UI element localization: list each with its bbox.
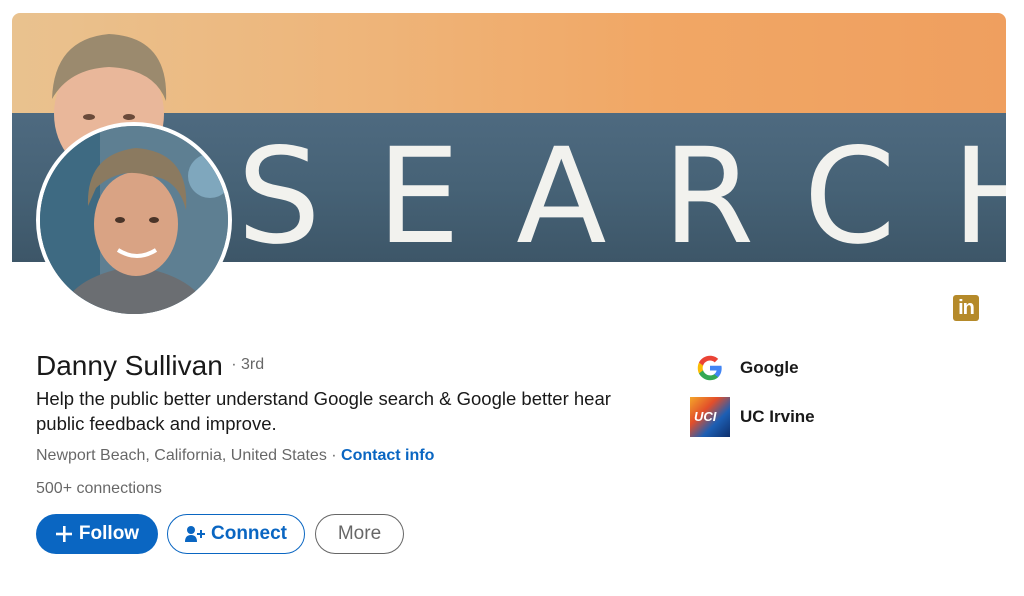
profile-card: SEARCH in Danny Sullivan · 3rd Help the … (0, 0, 1024, 596)
follow-label: Follow (78, 523, 140, 544)
linkedin-icon[interactable]: in (953, 295, 979, 321)
more-button[interactable]: More (315, 514, 404, 554)
profile-photo[interactable] (36, 122, 232, 318)
more-label: More (337, 523, 382, 544)
profile-name: Danny Sullivan (36, 350, 223, 381)
org-name: UC Irvine (740, 407, 815, 426)
profile-location: Newport Beach, California, United States (36, 447, 327, 464)
connection-degree: · 3rd (231, 356, 265, 373)
name-row: Danny Sullivan · 3rd (36, 350, 264, 382)
connections-count[interactable]: 500+ connections (36, 480, 162, 498)
uci-logo-text: UCI (694, 409, 717, 424)
profile-photo-image (40, 126, 228, 314)
uc-irvine-logo-icon: UCI (690, 397, 730, 437)
location-separator: · (331, 447, 337, 464)
location-row: Newport Beach, California, United States… (36, 447, 434, 465)
connect-button[interactable]: Connect (167, 514, 305, 554)
google-logo-icon (690, 348, 730, 388)
org-name: Google (740, 358, 799, 377)
contact-info-link[interactable]: Contact info (341, 447, 434, 464)
add-person-icon (185, 526, 205, 542)
org-item-google[interactable]: Google (690, 348, 799, 388)
org-item-uc-irvine[interactable]: UCI UC Irvine (690, 397, 815, 437)
connect-label: Connect (211, 523, 287, 544)
plus-icon (55, 526, 72, 542)
profile-headline: Help the public better understand Google… (36, 388, 611, 434)
banner-sign-text: SEARCH (237, 120, 1006, 262)
follow-button[interactable]: Follow (36, 514, 158, 554)
